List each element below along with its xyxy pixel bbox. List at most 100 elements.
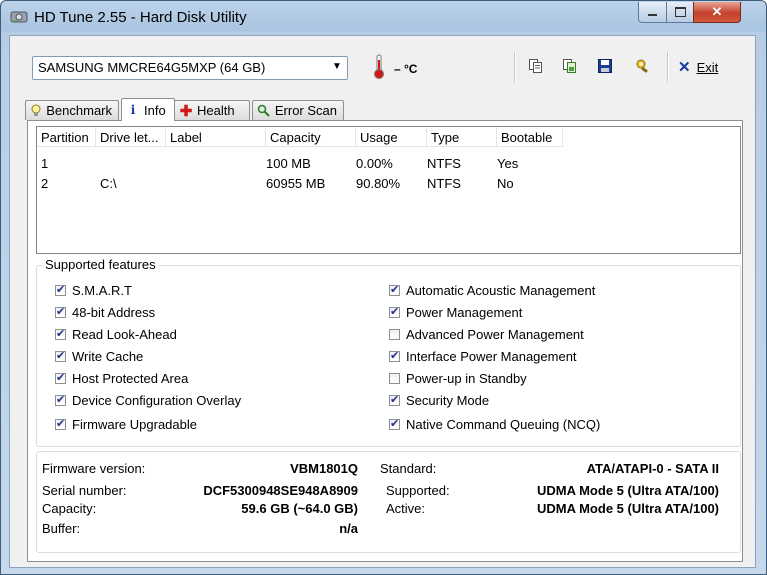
options-button[interactable] <box>632 56 654 78</box>
checkbox-checked-icon[interactable] <box>55 327 66 340</box>
feature-checkbox[interactable]: Write Cache <box>55 349 143 364</box>
checkbox-checked-icon[interactable] <box>389 349 400 362</box>
feature-checkbox[interactable]: Security Mode <box>389 393 489 408</box>
cell-partition: 2 <box>41 176 49 191</box>
column-header-partition[interactable]: Partition <box>37 127 96 147</box>
feature-label: Host Protected Area <box>72 371 189 386</box>
copy-screenshot-button[interactable] <box>559 56 581 78</box>
tab-error-scan[interactable]: Error Scan <box>252 100 344 120</box>
column-header-usage[interactable]: Usage <box>356 127 427 147</box>
drive-select[interactable]: SAMSUNG MMCRE64G5MXP (64 GB) ▼ <box>32 56 348 80</box>
cell-partition: 1 <box>41 156 49 171</box>
main-area: SAMSUNG MMCRE64G5MXP (64 GB) ▼ – °C ✕ Ex… <box>9 35 756 568</box>
column-header-type[interactable]: Type <box>427 127 497 147</box>
checkbox-checked-icon[interactable] <box>389 393 400 406</box>
close-icon: ✕ <box>678 59 691 76</box>
active-label: Active: <box>386 501 426 516</box>
feature-checkbox[interactable]: Host Protected Area <box>55 371 188 386</box>
tab-label: Error Scan <box>274 103 337 118</box>
feature-label: Native Command Queuing (NCQ) <box>406 417 601 432</box>
serial-label: Serial number: <box>42 483 127 498</box>
checkbox-unchecked-icon[interactable] <box>389 329 400 340</box>
copy-image-icon <box>562 58 578 77</box>
feature-label: Device Configuration Overlay <box>72 393 242 408</box>
toolbar-separator <box>667 52 669 82</box>
checkbox-unchecked-icon[interactable] <box>389 373 400 384</box>
feature-checkbox[interactable]: Read Look-Ahead <box>55 327 177 342</box>
supported-label: Supported: <box>386 483 450 498</box>
feature-label: Power Management <box>406 305 523 320</box>
feature-checkbox[interactable]: Device Configuration Overlay <box>55 393 241 408</box>
minimize-button[interactable] <box>638 2 667 23</box>
feature-checkbox[interactable]: Power Management <box>389 305 522 320</box>
supported-features-group: Supported features S.M.A.R.T 48-bit Addre… <box>36 257 741 447</box>
tab-label: Health <box>197 103 235 118</box>
thermometer-icon <box>372 54 386 80</box>
save-button[interactable] <box>594 56 616 78</box>
partition-list[interactable]: Partition Drive let... Label Capacity Us… <box>36 126 741 254</box>
tab-benchmark[interactable]: Benchmark <box>25 100 119 120</box>
feature-checkbox[interactable]: Advanced Power Management <box>389 327 584 342</box>
cell-usage: 90.80% <box>356 176 401 191</box>
cell-usage: 0.00% <box>356 156 393 171</box>
save-icon <box>597 58 613 77</box>
feature-checkbox[interactable]: S.M.A.R.T <box>55 283 132 298</box>
tab-health[interactable]: ✚ Health <box>174 100 250 120</box>
tab-label: Benchmark <box>46 103 112 118</box>
tab-label: Info <box>144 102 166 118</box>
feature-label: S.M.A.R.T <box>72 283 132 298</box>
toolbar-separator <box>514 52 516 82</box>
window-title: HD Tune 2.55 - Hard Disk Utility <box>34 9 247 26</box>
checkbox-checked-icon[interactable] <box>55 283 66 296</box>
checkbox-checked-icon[interactable] <box>55 305 66 318</box>
feature-label: Read Look-Ahead <box>72 327 177 342</box>
cell-bootable: No <box>497 176 514 191</box>
column-header-bootable[interactable]: Bootable <box>497 127 563 147</box>
search-icon <box>257 104 271 118</box>
close-button[interactable]: ✕ <box>693 2 741 23</box>
checkbox-checked-icon[interactable] <box>55 371 66 384</box>
checkbox-checked-icon[interactable] <box>389 305 400 318</box>
feature-checkbox[interactable]: 48-bit Address <box>55 305 155 320</box>
minimize-icon <box>648 14 657 16</box>
standard-label: Standard: <box>380 461 437 476</box>
active-mode-value: UDMA Mode 5 (Ultra ATA/100) <box>536 501 719 516</box>
capacity-label: Capacity: <box>42 501 97 516</box>
feature-checkbox[interactable]: Power-up in Standby <box>389 371 527 386</box>
firmware-label: Firmware version: <box>42 461 146 476</box>
buffer-value: n/a <box>339 521 358 536</box>
column-header-drive-letter[interactable]: Drive let... <box>96 127 166 147</box>
feature-label: Write Cache <box>72 349 144 364</box>
checkbox-checked-icon[interactable] <box>55 349 66 362</box>
tab-info[interactable]: i Info <box>121 98 175 121</box>
exit-button[interactable]: ✕ Exit <box>678 58 718 76</box>
feature-label: Automatic Acoustic Management <box>406 283 596 298</box>
cell-capacity: 100 MB <box>266 156 311 171</box>
checkbox-checked-icon[interactable] <box>55 417 66 430</box>
checkbox-checked-icon[interactable] <box>55 393 66 406</box>
copy-text-button[interactable] <box>525 56 547 78</box>
chevron-down-icon: ▼ <box>332 61 342 72</box>
serial-value: DCF5300948SE948A8909 <box>203 483 358 498</box>
checkbox-checked-icon[interactable] <box>389 283 400 296</box>
feature-label: 48-bit Address <box>72 305 156 320</box>
feature-label: Power-up in Standby <box>406 371 527 386</box>
standard-value: ATA/ATAPI-0 - SATA II <box>586 461 719 476</box>
feature-checkbox[interactable]: Automatic Acoustic Management <box>389 283 595 298</box>
maximize-button[interactable] <box>666 2 694 23</box>
supported-mode-value: UDMA Mode 5 (Ultra ATA/100) <box>536 483 719 498</box>
feature-checkbox[interactable]: Native Command Queuing (NCQ) <box>389 417 600 432</box>
feature-checkbox[interactable]: Firmware Upgradable <box>55 417 197 432</box>
column-header-capacity[interactable]: Capacity <box>266 127 356 147</box>
benchmark-icon <box>30 104 42 118</box>
column-header-label[interactable]: Label <box>166 127 266 147</box>
wrench-icon <box>634 58 652 77</box>
checkbox-checked-icon[interactable] <box>389 417 400 430</box>
cell-capacity: 60955 MB <box>266 176 326 191</box>
info-icon: i <box>130 103 136 117</box>
feature-checkbox[interactable]: Interface Power Management <box>389 349 577 364</box>
info-panel: Partition Drive let... Label Capacity Us… <box>27 120 743 562</box>
title-bar[interactable]: HD Tune 2.55 - Hard Disk Utility ✕ <box>1 1 766 35</box>
firmware-value: VBM1801Q <box>290 461 358 476</box>
drive-details: Firmware version: VBM1801Q Serial number… <box>36 451 741 553</box>
